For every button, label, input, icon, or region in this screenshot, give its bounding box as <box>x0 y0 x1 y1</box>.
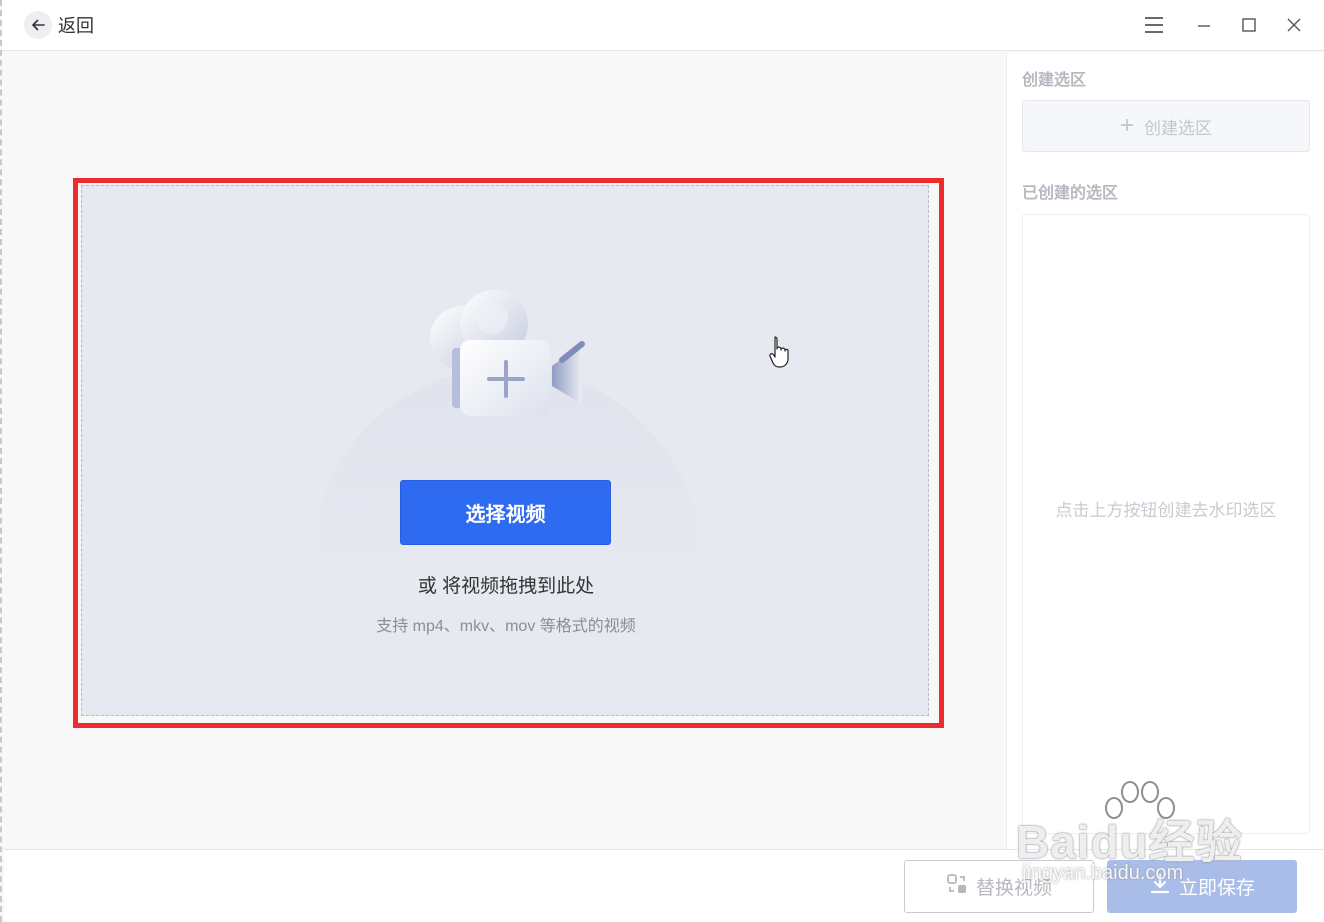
region-empty-hint: 点击上方按钮创建去水印选区 <box>1055 501 1277 520</box>
create-region-label: 创建选区 <box>1144 118 1212 138</box>
hand-cursor-icon <box>768 335 790 374</box>
region-list: 点击上方按钮创建去水印选区 <box>1022 214 1310 834</box>
drag-hint-text: 或 将视频拖拽到此处 <box>417 576 595 597</box>
minimize-icon[interactable] <box>1192 13 1216 37</box>
download-icon <box>1149 873 1171 901</box>
save-now-button[interactable]: 立即保存 <box>1107 860 1297 913</box>
arrow-left-icon <box>24 11 52 39</box>
replace-icon <box>946 873 968 901</box>
replace-video-button[interactable]: 替换视频 <box>904 860 1094 913</box>
back-button[interactable]: 返回 <box>24 10 94 40</box>
footer-bar: 替换视频 立即保存 <box>4 849 1324 922</box>
create-region-button[interactable]: + 创建选区 <box>1022 100 1310 152</box>
maximize-icon[interactable] <box>1237 13 1261 37</box>
app-window: 返回 选择视频 或 将视频拖拽到此处 支持 mp4、mkv、mov 等格式的视频… <box>0 0 1324 922</box>
select-video-button[interactable]: 选择视频 <box>400 480 611 545</box>
save-label: 立即保存 <box>1178 878 1255 899</box>
menu-icon[interactable] <box>1142 13 1166 37</box>
replace-label: 替换视频 <box>975 878 1052 899</box>
video-camera-icon <box>422 286 592 426</box>
close-icon[interactable] <box>1282 13 1306 37</box>
format-hint-text: 支持 mp4、mkv、mov 等格式的视频 <box>376 618 636 635</box>
plus-icon: + <box>1119 112 1134 139</box>
create-section-title: 创建选区 <box>1022 72 1087 89</box>
back-label: 返回 <box>58 16 94 36</box>
video-drop-zone[interactable]: 选择视频 或 将视频拖拽到此处 支持 mp4、mkv、mov 等格式的视频 <box>81 185 929 716</box>
created-section-title: 已创建的选区 <box>1022 185 1119 202</box>
title-bar: 返回 <box>2 0 1324 51</box>
region-panel: 创建选区 + 创建选区 已创建的选区 点击上方按钮创建去水印选区 <box>1006 52 1324 849</box>
